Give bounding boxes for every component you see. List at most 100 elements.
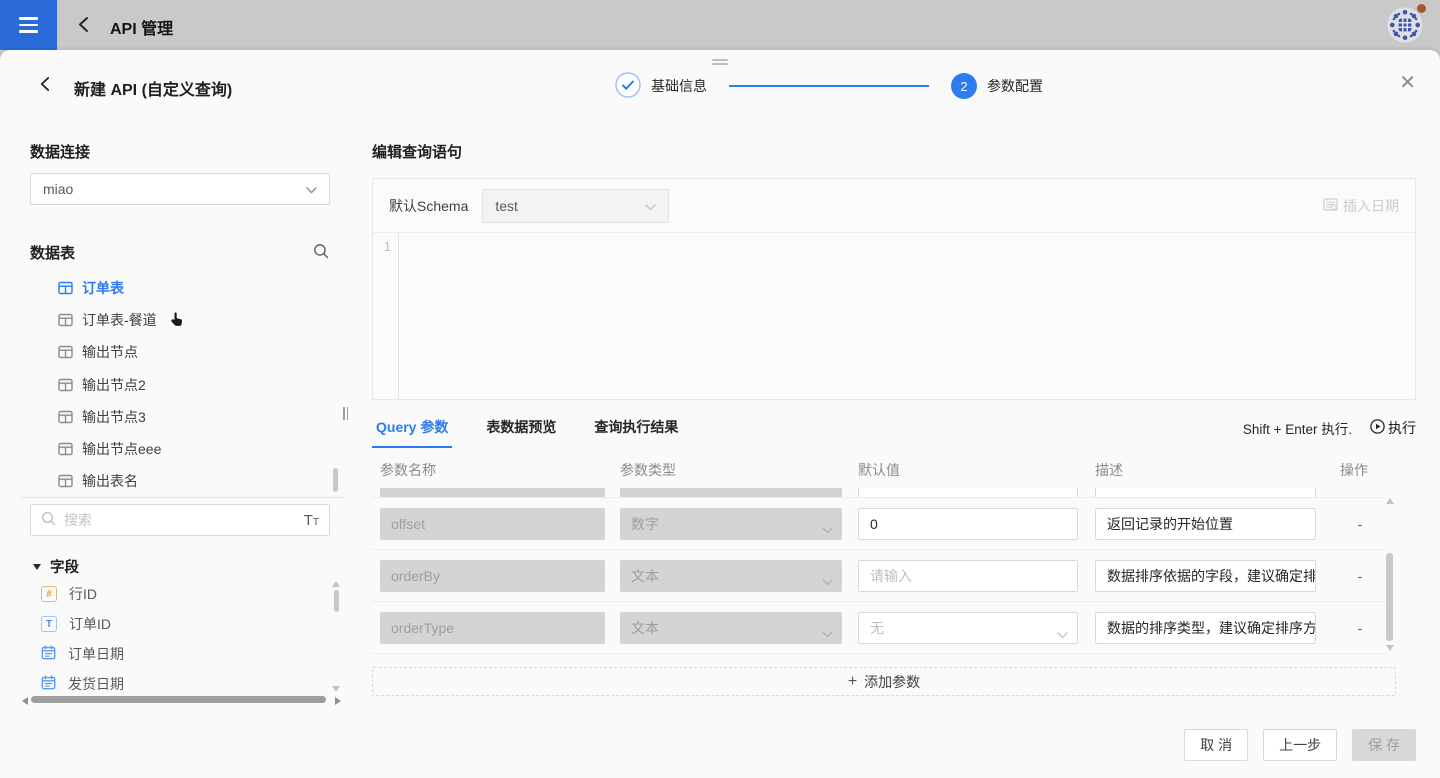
table-grid-icon: [58, 378, 73, 392]
field-item-ship-date[interactable]: 发货日期: [41, 669, 321, 699]
param-name-input: orderBy: [380, 560, 605, 592]
table-item-label: 输出节点2: [82, 375, 146, 395]
col-header-name: 参数名称: [380, 460, 436, 480]
run-button-label: 执行: [1388, 418, 1416, 438]
params-scroll-down-icon[interactable]: [1386, 645, 1394, 651]
field-search-input[interactable]: [64, 512, 296, 528]
chevron-down-icon: [822, 573, 833, 589]
params-scrollbar-thumb[interactable]: [1386, 553, 1393, 641]
fields-scroll-up-icon[interactable]: [332, 581, 340, 587]
schema-toolbar: 默认Schema test 插入日期: [373, 179, 1415, 233]
field-item-row-id[interactable]: # 行ID: [41, 579, 321, 609]
tables-search-icon[interactable]: [313, 243, 329, 262]
tab-query-result[interactable]: 查询执行结果: [590, 414, 682, 448]
cancel-button[interactable]: 取 消: [1184, 729, 1248, 761]
schema-select[interactable]: test: [482, 189, 669, 223]
table-item-node2[interactable]: 输出节点2: [58, 369, 328, 401]
table-grid-icon: [58, 281, 73, 295]
save-button[interactable]: 保 存: [1352, 729, 1416, 761]
param-desc-input[interactable]: [1095, 488, 1316, 498]
back-icon[interactable]: [76, 16, 90, 36]
step-1-label: 基础信息: [651, 76, 707, 96]
sql-code-area[interactable]: 1: [373, 233, 1415, 399]
table-item-node[interactable]: 输出节点: [58, 336, 328, 368]
col-header-action: 操作: [1340, 460, 1368, 480]
editor-title: 编辑查询语句: [372, 141, 462, 162]
panel-resize-handle[interactable]: [343, 407, 348, 420]
text-case-toggle-icon[interactable]: TT: [304, 513, 319, 528]
table-item-output-name[interactable]: 输出表名: [58, 465, 328, 497]
sidebar-hscrollbar-thumb[interactable]: [31, 696, 326, 703]
row-action: -: [1330, 550, 1386, 602]
stepper: 基础信息 2 参数配置: [615, 73, 1043, 99]
param-type-select: 文本: [620, 560, 842, 592]
table-item-nodeeee[interactable]: 输出节点eee: [58, 433, 328, 465]
app-logo-icon[interactable]: [1384, 4, 1426, 46]
hscroll-right-icon[interactable]: [335, 697, 341, 705]
run-button[interactable]: 执行: [1370, 418, 1416, 438]
table-item-candao[interactable]: 订单表-餐道: [58, 304, 328, 336]
param-name-input: offset: [380, 508, 605, 540]
hscroll-left-icon[interactable]: [22, 697, 28, 705]
tab-table-preview[interactable]: 表数据预览: [482, 414, 560, 448]
table-item-label: 输出节点eee: [82, 439, 161, 459]
fields-label: 字段: [50, 556, 79, 577]
step-2-label: 参数配置: [987, 76, 1043, 96]
table-item-dingdanbiao[interactable]: 订单表: [58, 272, 328, 304]
insert-date-button[interactable]: 插入日期: [1323, 196, 1399, 216]
schema-label: 默认Schema: [389, 196, 468, 216]
add-param-button[interactable]: + 添加参数: [372, 667, 1396, 696]
drag-handle-icon[interactable]: [712, 57, 728, 67]
fields-scroll-down-icon[interactable]: [332, 686, 340, 692]
param-desc-input[interactable]: 数据的排序类型，建议确定排序方: [1095, 612, 1316, 644]
param-desc-input[interactable]: 数据排序依据的字段，建议确定排: [1095, 560, 1316, 592]
tables-scrollbar-thumb[interactable]: [333, 468, 338, 492]
collapse-caret-icon: [33, 564, 41, 570]
table-grid-icon: [58, 410, 73, 424]
run-shortcut-hint: Shift + Enter 执行.: [1243, 418, 1352, 438]
search-icon: [41, 511, 56, 529]
line-number: 1: [384, 239, 391, 254]
field-item-order-id[interactable]: T 订单ID: [41, 609, 321, 639]
params-scroll-up-icon[interactable]: [1386, 498, 1394, 504]
data-tables-label: 数据表: [30, 242, 75, 263]
modal-title: 新建 API (自定义查询): [74, 76, 232, 100]
table-item-label: 订单表-餐道: [82, 310, 157, 330]
param-default-select[interactable]: 无: [858, 612, 1078, 644]
modal-back-icon[interactable]: [38, 76, 51, 95]
calendar-icon: [41, 675, 56, 693]
param-type-select: 文本: [620, 612, 842, 644]
table-grid-icon: [58, 474, 73, 488]
sql-editor: 默认Schema test 插入日期 1: [372, 178, 1416, 400]
table-row: offset 数字 0 返回记录的开始位置 -: [372, 498, 1386, 550]
table-row-partial: [372, 488, 1386, 498]
calendar-icon: [41, 645, 56, 663]
table-item-label: 输出表名: [82, 471, 138, 491]
fields-scrollbar-thumb[interactable]: [334, 590, 339, 612]
field-item-label: 行ID: [69, 584, 97, 604]
table-item-label: 订单表: [82, 278, 124, 298]
field-item-label: 订单ID: [69, 614, 111, 634]
row-action: -: [1330, 498, 1386, 550]
param-default-input[interactable]: 请输入: [858, 560, 1078, 592]
prev-step-button[interactable]: 上一步: [1263, 729, 1337, 761]
sidebar-divider: [20, 497, 345, 498]
param-default-input[interactable]: 0: [858, 508, 1078, 540]
tab-query-params[interactable]: Query 参数: [372, 414, 452, 448]
insert-date-icon: [1323, 198, 1338, 214]
table-grid-icon: [58, 442, 73, 456]
connection-select[interactable]: miao: [30, 173, 330, 205]
step-connector: [729, 85, 929, 87]
schema-select-value: test: [495, 198, 518, 214]
param-desc-input[interactable]: 返回记录的开始位置: [1095, 508, 1316, 540]
field-item-order-date[interactable]: 订单日期: [41, 639, 321, 669]
connection-select-value: miao: [43, 181, 73, 197]
table-row: orderBy 文本 请输入 数据排序依据的字段，建议确定排 -: [372, 550, 1386, 602]
param-default-input[interactable]: [858, 488, 1078, 498]
col-header-type: 参数类型: [620, 460, 676, 480]
app-title: API 管理: [110, 15, 173, 39]
hamburger-menu-button[interactable]: [0, 0, 57, 50]
close-icon[interactable]: ✕: [1399, 73, 1416, 93]
table-item-node3[interactable]: 输出节点3: [58, 401, 328, 433]
fields-section-header[interactable]: 字段: [33, 556, 79, 577]
